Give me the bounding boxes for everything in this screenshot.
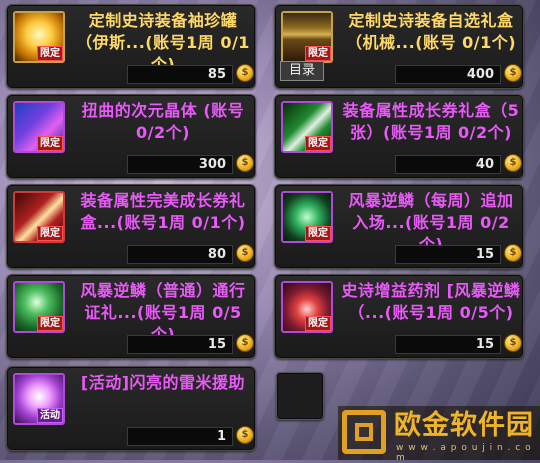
price-bar: 40 <box>395 155 501 174</box>
price-bar: 400 <box>395 65 501 84</box>
item-icon: 限定 <box>281 281 333 333</box>
item-price: 400 <box>466 67 494 82</box>
price-bar: 80 <box>127 245 233 264</box>
gold-coin-icon: $ <box>236 154 254 172</box>
shop-item-card[interactable]: 限定 风暴逆鳞（每周）追加入场...(账号1周 0/2个) 15 $ <box>274 184 524 269</box>
shop-item-card[interactable]: 限定 扭曲的次元晶体 (账号 0/2个) 300 $ <box>6 94 256 179</box>
item-icon: 限定 <box>281 101 333 153</box>
limited-badge: 限定 <box>305 226 331 241</box>
price-bar: 1 <box>127 427 233 446</box>
item-icon: 限定 <box>13 191 65 243</box>
item-price: 85 <box>207 67 226 82</box>
logo-icon <box>342 410 386 454</box>
logo-text: 欧金软件园 <box>394 410 534 441</box>
item-title: [活动]闪亮的雷米援助 <box>80 373 246 392</box>
gold-coin-icon: $ <box>504 154 522 172</box>
item-title: 定制史诗装备自选礼盒（机械...(账号 0/1个) <box>345 11 517 52</box>
item-price: 300 <box>198 157 226 172</box>
item-price: 80 <box>207 247 226 262</box>
item-icon: 限定 <box>13 281 65 333</box>
item-price: 15 <box>475 247 494 262</box>
item-price: 15 <box>475 337 494 352</box>
gold-coin-icon: $ <box>504 64 522 82</box>
item-title: 史诗增益药剂 [风暴逆鳞（...(账号1周 0/5个) <box>341 281 521 322</box>
shop-item-card[interactable]: 限定 风暴逆鳞（普通）通行证礼...(账号1周 0/5个) 15 $ <box>6 274 256 359</box>
price-bar: 85 <box>127 65 233 84</box>
shop-item-card[interactable]: 活动 [活动]闪亮的雷米援助 1 $ <box>6 366 256 451</box>
limited-badge: 限定 <box>305 46 331 61</box>
limited-badge: 限定 <box>37 46 63 61</box>
item-title: 装备属性成长券礼盒（5张）(账号1周 0/2个) <box>342 101 520 142</box>
item-title: 装备属性完美成长券礼盒...(账号1周 0/1个) <box>80 191 246 232</box>
gold-coin-icon: $ <box>236 334 254 352</box>
limited-badge: 限定 <box>37 136 63 151</box>
gold-coin-icon: $ <box>236 426 254 444</box>
price-bar: 15 <box>395 245 501 264</box>
gold-coin-icon: $ <box>504 334 522 352</box>
item-icon: 限定 <box>13 11 65 63</box>
logo-url: w w w . a p o u j i n . c o m <box>396 443 532 463</box>
shop-item-card[interactable]: 限定 装备属性完美成长券礼盒...(账号1周 0/1个) 80 $ <box>6 184 256 269</box>
limited-badge: 限定 <box>305 136 331 151</box>
watermark-logo: 欧金软件园 w w w . a p o u j i n . c o m <box>338 406 540 463</box>
item-price: 15 <box>207 337 226 352</box>
price-bar: 300 <box>127 155 233 174</box>
limited-badge: 限定 <box>37 226 63 241</box>
item-icon: 限定 <box>281 191 333 243</box>
price-bar: 15 <box>127 335 233 354</box>
price-bar: 15 <box>395 335 501 354</box>
item-title: 扭曲的次元晶体 (账号 0/2个) <box>81 101 245 142</box>
item-price: 40 <box>475 157 494 172</box>
limited-badge: 限定 <box>37 316 63 331</box>
gold-coin-icon: $ <box>504 244 522 262</box>
catalog-button[interactable]: 目录 <box>280 61 324 81</box>
shop-item-card[interactable]: 限定 史诗增益药剂 [风暴逆鳞（...(账号1周 0/5个) 15 $ <box>274 274 524 359</box>
event-badge: 活动 <box>37 408 63 423</box>
limited-badge: 限定 <box>305 316 331 331</box>
item-price: 1 <box>216 429 226 444</box>
shop-item-card[interactable]: 限定 装备属性成长券礼盒（5张）(账号1周 0/2个) 40 $ <box>274 94 524 179</box>
item-icon: 限定 <box>281 11 333 63</box>
gold-coin-icon: $ <box>236 244 254 262</box>
item-icon: 活动 <box>13 373 65 425</box>
item-icon: 限定 <box>13 101 65 153</box>
gold-coin-icon: $ <box>236 64 254 82</box>
empty-slot <box>276 372 324 420</box>
shop-item-card[interactable]: 限定 定制史诗装备袖珍罐（伊斯...(账号1周 0/1个) 85 $ <box>6 4 256 89</box>
